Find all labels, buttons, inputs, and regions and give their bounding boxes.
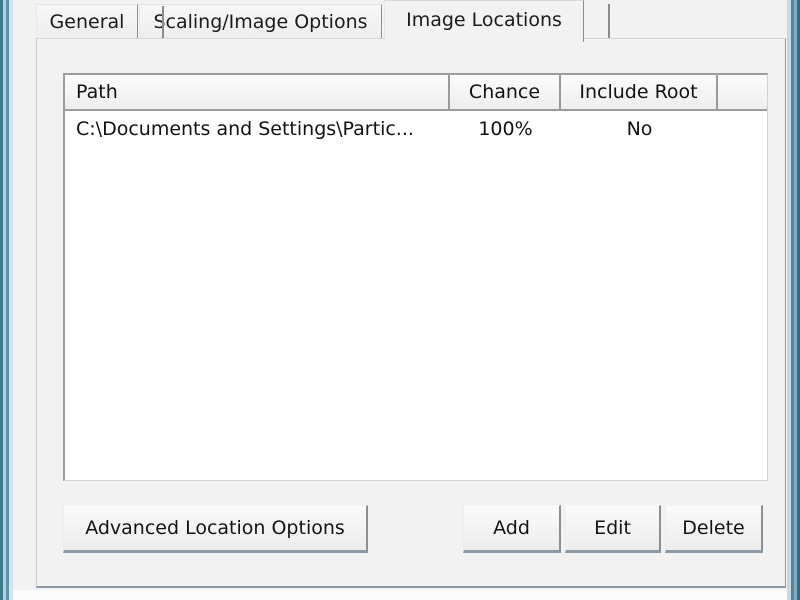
tab-image-locations[interactable]: Image Locations <box>384 0 584 42</box>
tab-image-locations-label: Image Locations <box>406 9 562 31</box>
column-header-include-root[interactable]: Include Root <box>561 75 718 109</box>
edit-button-label: Edit <box>594 517 631 539</box>
tab-separator-1 <box>162 6 164 38</box>
advanced-location-options-button[interactable]: Advanced Location Options <box>63 505 368 553</box>
edit-button[interactable]: Edit <box>565 505 661 553</box>
add-button[interactable]: Add <box>463 505 561 553</box>
add-button-label: Add <box>493 517 530 539</box>
window-border-right-pale <box>787 0 791 600</box>
column-header-path[interactable]: Path <box>65 75 450 109</box>
tab-strip: General Scaling/Image Options Image Loca… <box>36 0 796 40</box>
cell-chance: 100% <box>450 118 561 140</box>
image-locations-list[interactable]: Path Chance Include Root C:\Documents an… <box>63 73 768 481</box>
delete-button[interactable]: Delete <box>665 505 763 553</box>
list-body: C:\Documents and Settings\Partic... 100%… <box>65 111 767 147</box>
window-border-right-inner <box>791 0 794 600</box>
delete-button-label: Delete <box>682 517 744 539</box>
advanced-location-options-label: Advanced Location Options <box>85 517 345 539</box>
tab-separator-3 <box>608 4 610 40</box>
window-border-left <box>0 0 3 600</box>
cell-path: C:\Documents and Settings\Partic... <box>65 118 450 140</box>
tab-general-label: General <box>50 11 125 33</box>
table-row[interactable]: C:\Documents and Settings\Partic... 100%… <box>65 111 767 147</box>
window-border-right-mid <box>794 0 797 600</box>
tab-general[interactable]: General <box>36 4 138 39</box>
tab-scaling-image-options-label: Scaling/Image Options <box>153 11 367 33</box>
cell-include-root: No <box>561 118 718 140</box>
window-border-left-inner <box>6 0 9 600</box>
dialog-client-area: General Scaling/Image Options Image Loca… <box>13 0 787 600</box>
list-header-row: Path Chance Include Root <box>65 75 767 111</box>
dialog-bottom-strip <box>13 590 787 600</box>
tab-scaling-image-options[interactable]: Scaling/Image Options <box>139 4 382 39</box>
column-header-spare[interactable] <box>718 75 766 109</box>
window-border-left-mid <box>3 0 6 600</box>
column-header-chance[interactable]: Chance <box>450 75 561 109</box>
